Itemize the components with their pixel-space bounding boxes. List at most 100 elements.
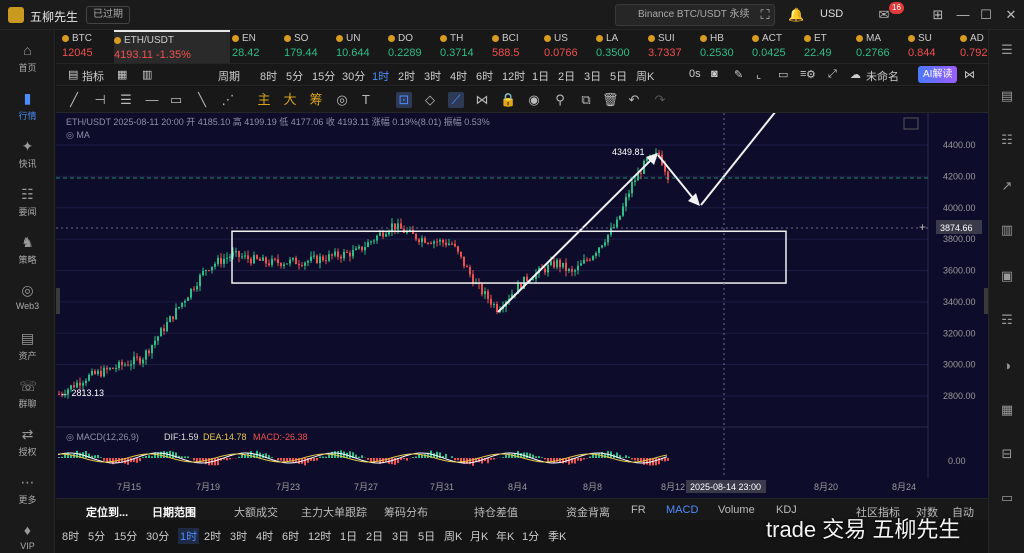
interval-0[interactable]: 8时	[260, 68, 277, 84]
ticker-13[interactable]: ET 22.49	[804, 30, 854, 63]
sidebar-item-5[interactable]: ◎ Web3	[0, 282, 55, 311]
interval-1[interactable]: 5分	[286, 68, 303, 84]
brush-icon[interactable]: ╲	[194, 92, 210, 108]
interval-8[interactable]: 6时	[476, 68, 493, 84]
currency-select[interactable]: USD	[820, 8, 843, 20]
alert-list-icon[interactable]: ☷	[999, 132, 1015, 148]
ticker-8[interactable]: US 0.0766	[544, 30, 594, 63]
indicator-tab-8[interactable]: MACD	[666, 504, 698, 516]
share-icon[interactable]: ⋈	[964, 68, 975, 81]
timeframe-10[interactable]: 1日	[340, 528, 357, 544]
lock-icon[interactable]: 🔒	[500, 92, 516, 108]
timeframe-15[interactable]: 月K	[470, 528, 488, 544]
rectangle-icon[interactable]: ▭	[168, 92, 184, 108]
indicator-tab-2[interactable]: 大额成交	[234, 504, 278, 520]
main-force-tool[interactable]: 主	[256, 92, 272, 108]
parallel-channel-icon[interactable]: ☰	[118, 92, 134, 108]
compare-icon[interactable]: ◎	[334, 92, 350, 108]
window-menu-icon[interactable]: ⊞	[930, 7, 946, 23]
timeframe-4[interactable]: 1时	[178, 528, 200, 544]
watchlist-icon[interactable]: ◑	[999, 358, 1015, 374]
interval-6[interactable]: 3时	[424, 68, 441, 84]
indicator-tab-0[interactable]: 定位到...	[86, 504, 128, 520]
projection-up-line[interactable]	[700, 113, 784, 206]
timeframe-7[interactable]: 4时	[256, 528, 273, 544]
minimize-icon[interactable]: —	[955, 7, 971, 23]
search-input[interactable]: Binance BTC/USDT 永续	[615, 4, 775, 26]
interval-5[interactable]: 2时	[398, 68, 415, 84]
timeframe-14[interactable]: 周K	[444, 528, 462, 544]
timeframe-16[interactable]: 年K	[496, 528, 514, 544]
ticker-16[interactable]: AD 0.7926	[960, 30, 988, 63]
interval-4[interactable]: 1时	[372, 68, 389, 84]
sidebar-item-0[interactable]: ⌂ 首页	[0, 42, 55, 74]
layout-icon[interactable]: ▭	[778, 68, 788, 81]
interval-9[interactable]: 12时	[502, 68, 525, 84]
interval-7[interactable]: 4时	[450, 68, 467, 84]
ruler-icon[interactable]: ◇	[422, 92, 438, 108]
trend-line-icon[interactable]: ╱	[66, 92, 82, 108]
ticker-9[interactable]: LA 0.3500	[596, 30, 646, 63]
ticker-11[interactable]: HB 0.2530	[700, 30, 750, 63]
sidebar-item-8[interactable]: ⇄ 授权	[0, 426, 55, 458]
sidebar-item-3[interactable]: ☷ 要闻	[0, 186, 55, 218]
chips-tool[interactable]: 筹	[308, 92, 324, 108]
ticker-4[interactable]: UN 10.644	[336, 30, 386, 63]
indicators-button[interactable]: 指标	[82, 68, 104, 84]
panel-icon[interactable]: ▭	[999, 490, 1015, 506]
indicator-tab-6[interactable]: 资金背离	[566, 504, 610, 520]
camera-icon[interactable]: ◙	[711, 68, 718, 80]
maximize-icon[interactable]: ☐	[978, 7, 994, 23]
delete-icon[interactable]: 🗑	[602, 92, 619, 108]
sidebar-item-4[interactable]: ♞ 策略	[0, 234, 55, 266]
notes-icon[interactable]: ▤	[999, 88, 1015, 104]
timer-label[interactable]: 0s	[689, 68, 701, 80]
projection-down-line[interactable]	[657, 154, 698, 204]
add-alert-icon[interactable]: +	[919, 220, 926, 234]
ticker-0[interactable]: BTC 12045	[62, 30, 112, 63]
timeframe-11[interactable]: 2日	[366, 528, 383, 544]
interval-12[interactable]: 3日	[584, 68, 601, 84]
large-order-tool[interactable]: 大	[282, 92, 298, 108]
interval-10[interactable]: 1日	[532, 68, 549, 84]
calendar-icon[interactable]: ▦	[117, 68, 127, 81]
timeframe-0[interactable]: 8时	[62, 528, 79, 544]
bar-style-icon[interactable]: ▥	[142, 68, 152, 81]
timeframe-13[interactable]: 5日	[418, 528, 435, 544]
ticker-15[interactable]: SU 0.844	[908, 30, 958, 63]
fullscreen-icon[interactable]: ⤢	[828, 68, 837, 81]
gear-icon[interactable]: ⚙	[806, 68, 816, 81]
ticker-3[interactable]: SO 179.44	[284, 30, 334, 63]
ticker-1[interactable]: ETH/USDT 4193.11 -1.35%	[114, 30, 230, 63]
sidebar-item-2[interactable]: ✦ 快讯	[0, 138, 55, 170]
layer-icon[interactable]: ⧉	[578, 92, 594, 108]
monitor-icon[interactable]: ▣	[999, 268, 1015, 284]
timeframe-17[interactable]: 1分	[522, 528, 539, 544]
indicator-tab-3[interactable]: 主力大单跟踪	[301, 504, 367, 520]
eye-icon[interactable]: ◉	[526, 92, 542, 108]
left-scroll-handle[interactable]	[56, 288, 60, 314]
calculator-icon[interactable]: ▦	[999, 402, 1015, 418]
timeframe-18[interactable]: 季K	[548, 528, 566, 544]
layout-name-dropdown[interactable]: 未命名	[866, 68, 899, 84]
fib-icon[interactable]: ⚲	[552, 92, 568, 108]
timeframe-5[interactable]: 2时	[204, 528, 221, 544]
timeframe-12[interactable]: 3日	[392, 528, 409, 544]
ticker-5[interactable]: DO 0.2289	[388, 30, 438, 63]
sidebar-item-6[interactable]: ▤ 资产	[0, 330, 55, 362]
analytics-icon[interactable]: ↗	[999, 178, 1015, 194]
ticker-10[interactable]: SUI 3.7337	[648, 30, 698, 63]
sidebar-item-9[interactable]: ⋯ 更多	[0, 474, 55, 506]
horizontal-ray-icon[interactable]: ⊣	[92, 92, 108, 108]
indicator-tab-4[interactable]: 筹码分布	[384, 504, 428, 520]
bar-stats-icon[interactable]: ▥	[999, 222, 1015, 238]
crop-icon[interactable]: ⌞	[756, 68, 761, 81]
draw-mode-icon[interactable]: ⟋	[448, 92, 464, 108]
timeframe-9[interactable]: 12时	[308, 528, 331, 544]
interval-11[interactable]: 2日	[558, 68, 575, 84]
bell-icon[interactable]: 🔔	[788, 7, 804, 23]
timeframe-6[interactable]: 3时	[230, 528, 247, 544]
ticker-6[interactable]: TH 0.3714	[440, 30, 490, 63]
interval-14[interactable]: 周K	[636, 68, 654, 84]
orderbook-icon[interactable]: ☰	[999, 42, 1015, 58]
